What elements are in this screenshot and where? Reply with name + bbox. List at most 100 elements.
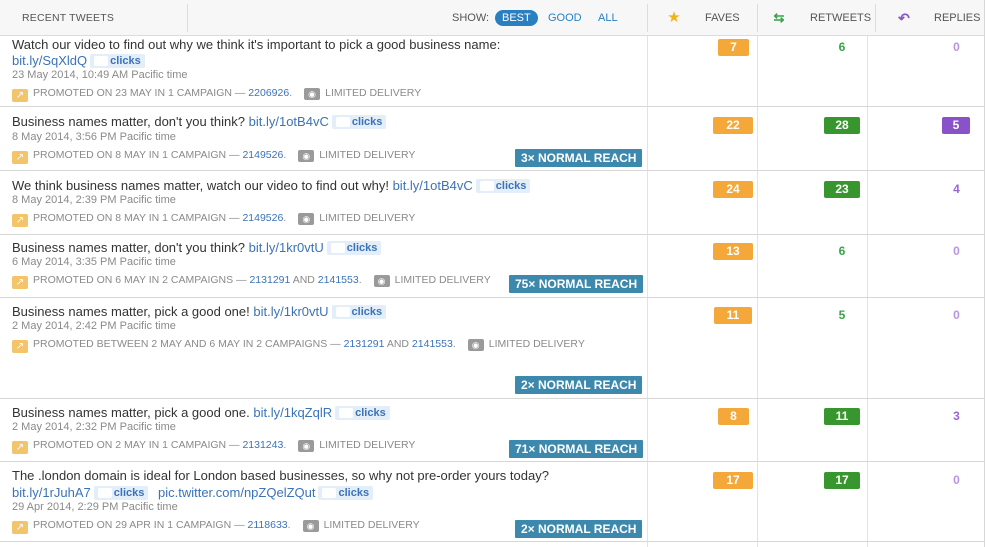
campaign-link[interactable]: 2206926 bbox=[248, 87, 289, 99]
delivery-status: LIMITED DELIVERY bbox=[394, 274, 491, 286]
header-divider bbox=[647, 4, 648, 32]
tweet-date: 6 May 2014, 3:35 PM Pacific time bbox=[12, 256, 176, 268]
campaign-link[interactable]: 2141553 bbox=[412, 338, 453, 350]
eye-icon: ◉ bbox=[373, 275, 390, 287]
replies-count: 0 bbox=[953, 40, 960, 54]
promoted-icon: ↗ bbox=[12, 214, 28, 227]
faves-count: 13 bbox=[713, 243, 753, 260]
clicks-badge[interactable]: clicks bbox=[318, 486, 374, 500]
tweet-link[interactable]: bit.ly/SqXldQ bbox=[12, 53, 87, 68]
tweet-text: The .london domain is ideal for London b… bbox=[12, 468, 549, 483]
delivery-status: LIMITED DELIVERY bbox=[325, 87, 422, 99]
faves-header[interactable]: FAVES bbox=[705, 0, 740, 36]
eye-icon: ◉ bbox=[298, 213, 315, 225]
delivery-status: LIMITED DELIVERY bbox=[319, 439, 416, 451]
campaign-link[interactable]: 2118633 bbox=[248, 519, 288, 531]
tweet-text: Business names matter, don't you think? … bbox=[12, 114, 387, 130]
clicks-badge[interactable]: clicks bbox=[335, 406, 390, 420]
campaign-link[interactable]: 2141553 bbox=[318, 274, 359, 286]
retweet-icon: ⇆ bbox=[773, 10, 785, 25]
tweet-date: 29 Apr 2014, 2:29 PM Pacific time bbox=[12, 501, 178, 513]
filter-best-button[interactable]: BEST bbox=[495, 10, 538, 26]
retweets-count: 6 bbox=[838, 40, 846, 54]
eye-icon: ◉ bbox=[298, 150, 315, 162]
campaign-link[interactable]: 2131291 bbox=[344, 338, 385, 350]
filter-all-button[interactable]: ALL bbox=[591, 10, 625, 26]
pic-link[interactable]: pic.twitter.com/npZQelZQut bbox=[158, 485, 316, 500]
eye-icon: ◉ bbox=[304, 88, 321, 100]
tweet-row: Business names matter, don't you think? … bbox=[0, 235, 985, 298]
retweets-count: 17 bbox=[824, 472, 860, 489]
faves-count: 11 bbox=[714, 307, 752, 324]
recent-tweets-label: RECENT TWEETS bbox=[22, 12, 115, 24]
tweet-link[interactable]: bit.ly/1kqZqlR bbox=[253, 405, 332, 420]
tweet-link[interactable]: bit.ly/1kr0vtU bbox=[249, 240, 324, 255]
retweets-count: 28 bbox=[824, 117, 860, 134]
promo-info: ↗ PROMOTED ON 8 MAY IN 1 CAMPAIGN — 21495… bbox=[12, 212, 415, 227]
reach-badge: 75× NORMAL REACH bbox=[509, 275, 644, 293]
tweet-text: Business names matter, pick a good one. … bbox=[12, 405, 390, 421]
promoted-icon: ↗ bbox=[12, 521, 28, 534]
star-icon: ★ bbox=[667, 9, 681, 26]
tweet-link[interactable]: bit.ly/1otB4vC bbox=[393, 178, 473, 193]
header-divider bbox=[757, 4, 758, 32]
tweet-text: Watch our video to find out why we think… bbox=[12, 37, 501, 52]
filter-good-button[interactable]: GOOD bbox=[541, 10, 589, 26]
tweet-date: 8 May 2014, 2:39 PM Pacific time bbox=[12, 194, 176, 206]
replies-count: 4 bbox=[953, 182, 960, 196]
retweets-count: 23 bbox=[824, 181, 860, 198]
delivery-status: LIMITED DELIVERY bbox=[488, 338, 585, 350]
promo-info: ↗ PROMOTED ON 6 MAY IN 2 CAMPAIGNS — 2131… bbox=[12, 274, 491, 289]
retweets-count: 11 bbox=[824, 408, 860, 425]
clicks-badge[interactable]: clicks bbox=[331, 115, 387, 129]
campaign-link[interactable]: 2149526 bbox=[242, 212, 283, 224]
retweets-count: 6 bbox=[838, 244, 846, 258]
tweet-date: 8 May 2014, 3:56 PM Pacific time bbox=[12, 131, 176, 143]
eye-icon: ◉ bbox=[298, 440, 315, 452]
tweet-row: Business names matter, don't you think? … bbox=[0, 107, 985, 171]
reach-badge: 2× NORMAL REACH bbox=[515, 520, 643, 538]
delivery-status: LIMITED DELIVERY bbox=[319, 149, 416, 161]
replies-count: 5 bbox=[942, 117, 970, 134]
promo-info: ↗ PROMOTED ON 29 APR IN 1 CAMPAIGN — 2118… bbox=[12, 519, 420, 534]
promoted-icon: ↗ bbox=[12, 151, 28, 164]
promoted-icon: ↗ bbox=[12, 276, 28, 289]
campaign-link[interactable]: 2131291 bbox=[249, 274, 290, 286]
faves-count: 8 bbox=[718, 408, 749, 425]
promo-info: ↗ PROMOTED ON 23 MAY IN 1 CAMPAIGN — 2206… bbox=[12, 87, 421, 102]
tweet-text: We think business names matter, watch ou… bbox=[12, 178, 531, 194]
eye-icon: ◉ bbox=[302, 520, 319, 532]
replies-header[interactable]: REPLIES bbox=[934, 0, 980, 36]
reply-icon: ↶ bbox=[898, 10, 910, 26]
promoted-icon: ↗ bbox=[12, 340, 28, 353]
clicks-badge[interactable]: clicks bbox=[475, 179, 531, 193]
tweet-link[interactable]: bit.ly/1rJuhA7 bbox=[12, 485, 91, 500]
header-divider bbox=[187, 4, 188, 32]
reach-badge: 3× NORMAL REACH bbox=[515, 149, 643, 167]
tweet-row: Watch our video to find out why we think… bbox=[0, 36, 985, 107]
retweets-header[interactable]: RETWEETS bbox=[810, 0, 871, 36]
show-label: SHOW: bbox=[452, 12, 490, 24]
tweet-link[interactable]: bit.ly/1kr0vtU bbox=[253, 304, 328, 319]
clicks-badge[interactable]: clicks bbox=[326, 241, 382, 255]
clicks-badge[interactable]: clicks bbox=[93, 486, 149, 500]
faves-count: 7 bbox=[718, 39, 749, 56]
faves-count: 17 bbox=[713, 472, 753, 489]
clicks-badge[interactable]: clicks bbox=[331, 305, 387, 319]
tweet-text: Business names matter, pick a good one! … bbox=[12, 304, 387, 320]
delivery-status: LIMITED DELIVERY bbox=[323, 519, 420, 531]
campaign-link[interactable]: 2149526 bbox=[242, 149, 283, 161]
promo-info: ↗ PROMOTED ON 2 MAY IN 1 CAMPAIGN — 21312… bbox=[12, 439, 415, 454]
clicks-badge[interactable]: clicks bbox=[90, 54, 145, 68]
eye-icon: ◉ bbox=[467, 339, 484, 351]
tweet-link[interactable]: bit.ly/1otB4vC bbox=[249, 114, 329, 129]
tweet-links: bit.ly/SqXldQ clicks bbox=[12, 53, 145, 69]
reach-badge: 71× NORMAL REACH bbox=[509, 440, 644, 458]
table-header: RECENT TWEETS SHOW: BEST GOOD ALL ★ FAVE… bbox=[0, 0, 985, 36]
tweet-text: Business names matter, don't you think? … bbox=[12, 240, 382, 256]
tweet-row: Business names matter, pick a good one. … bbox=[0, 399, 985, 462]
replies-count: 0 bbox=[953, 308, 960, 322]
tweet-date: 23 May 2014, 10:49 AM Pacific time bbox=[12, 69, 188, 81]
header-divider bbox=[875, 4, 876, 32]
campaign-link[interactable]: 2131243 bbox=[242, 439, 283, 451]
